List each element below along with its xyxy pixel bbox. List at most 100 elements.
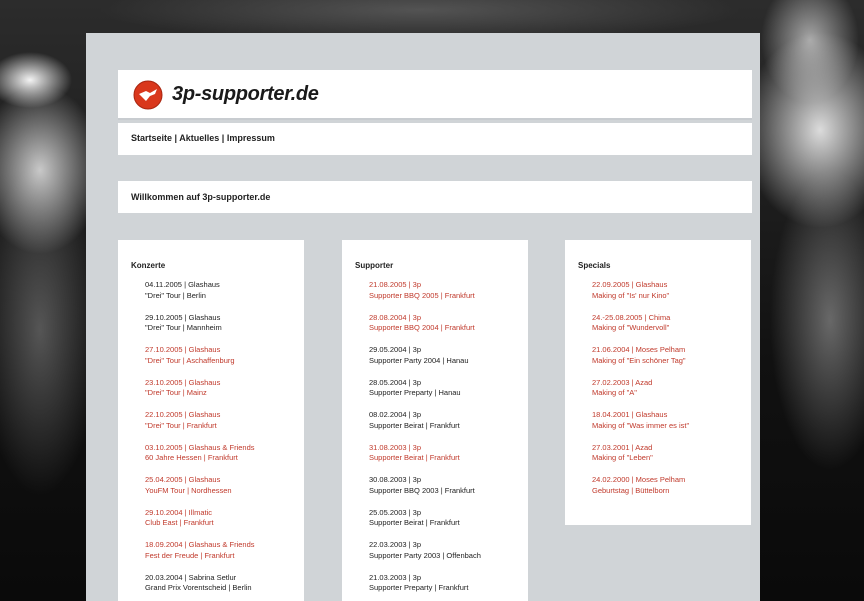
welcome-bar: Willkommen auf 3p-supporter.de (118, 181, 752, 213)
event-title-location: Making of "Is' nur Kino" (592, 290, 670, 300)
event-date-artist: 18.04.2001 | Glashaus (592, 410, 668, 419)
event-date-artist: 22.09.2005 | Glashaus (592, 280, 668, 289)
event-list: 04.11.2005 | Glashaus "Drei" Tour | Berli… (145, 280, 300, 601)
event-link[interactable]: 18.04.2001 | Glashaus Making of "Was imme… (592, 410, 747, 443)
event-date-artist: 27.10.2005 | Glashaus (145, 345, 221, 354)
event-date-artist: 27.03.2001 | Azad (592, 442, 653, 452)
event-title-location: Geburtstag | Büttelborn (592, 485, 670, 495)
event-date-artist: 23.10.2005 | Glashaus (145, 377, 221, 387)
event-date-artist: 22.10.2005 | Glashaus (145, 410, 221, 419)
event-date-artist: 29.05.2004 | 3p (369, 345, 421, 354)
event-date-artist: 29.10.2004 | Illmatic (145, 507, 212, 517)
event-date-artist: 28.08.2004 | 3p (369, 312, 421, 322)
event-link[interactable]: 30.08.2003 | 3p Supporter BBQ 2003 | Fran… (369, 475, 524, 508)
event-link[interactable]: 29.05.2004 | 3p Supporter Party 2004 | Ha… (369, 345, 524, 378)
event-link[interactable]: 29.10.2005 | Glashaus "Drei" Tour | Mannh… (145, 313, 300, 346)
event-link[interactable]: 22.03.2003 | 3p Supporter Party 2003 | Of… (369, 540, 524, 573)
event-date-artist: 25.04.2005 | Glashaus (145, 475, 221, 484)
event-title-location: Grand Prix Vorentscheid | Berlin (145, 583, 252, 592)
event-link[interactable]: 27.02.2003 | Azad Making of "A" (592, 378, 747, 411)
event-link[interactable]: 24.-25.08.2005 | Chima Making of "Wunderv… (592, 313, 747, 346)
event-link[interactable]: 25.05.2003 | 3p Supporter Beirat | Frankf… (369, 508, 524, 541)
event-date-artist: 18.09.2004 | Glashaus & Friends (145, 540, 255, 549)
event-title-location: Supporter Preparty | Frankfurt (369, 583, 469, 592)
column-specials: Specials 22.09.2005 | Glashaus Making of … (565, 240, 751, 525)
welcome-title: Willkommen auf 3p-supporter.de (131, 192, 271, 202)
event-title-location: Supporter Party 2003 | Offenbach (369, 550, 481, 560)
main-nav: Startseite | Aktuelles | Impressum (131, 133, 275, 143)
event-date-artist: 21.06.2004 | Moses Pelham (592, 345, 686, 354)
event-date-artist: 31.08.2003 | 3p (369, 442, 421, 452)
nav-link-impressum[interactable]: Impressum (227, 133, 275, 143)
event-title-location: "Drei" Tour | Aschaffenburg (145, 355, 235, 365)
event-link[interactable]: 18.09.2004 | Glashaus & Friends Fest der … (145, 540, 300, 573)
event-title-location: "Drei" Tour | Berlin (145, 290, 206, 300)
event-date-artist: 08.02.2004 | 3p (369, 410, 421, 419)
event-title-location: Making of "Was immer es ist" (592, 420, 690, 430)
event-title-location: Supporter BBQ 2005 | Frankfurt (369, 290, 475, 300)
event-title-location: 60 Jahre Hessen | Frankfurt (145, 453, 238, 462)
event-title-location: Making of "Ein schöner Tag" (592, 355, 686, 365)
event-title-location: Supporter BBQ 2003 | Frankfurt (369, 485, 475, 495)
event-date-artist: 25.05.2003 | 3p (369, 507, 421, 517)
event-link[interactable]: 22.09.2005 | Glashaus Making of "Is' nur … (592, 280, 747, 313)
event-date-artist: 24.02.2000 | Moses Pelham (592, 475, 686, 484)
event-date-artist: 27.02.2003 | Azad (592, 377, 653, 387)
event-link[interactable]: 20.03.2004 | Sabrina Setlur Grand Prix Vo… (145, 573, 300, 601)
event-link[interactable]: 08.02.2004 | 3p Supporter Beirat | Frankf… (369, 410, 524, 443)
event-title-location: YouFM Tour | Nordhessen (145, 485, 232, 495)
event-date-artist: 21.03.2003 | 3p (369, 572, 421, 582)
event-link[interactable]: 21.03.2003 | 3p Supporter Preparty | Fran… (369, 573, 524, 601)
event-title-location: "Drei" Tour | Frankfurt (145, 420, 217, 430)
event-link[interactable]: 25.04.2005 | Glashaus YouFM Tour | Nordhe… (145, 475, 300, 508)
event-title-location: Making of "Leben" (592, 453, 653, 462)
site-logo-icon[interactable] (133, 80, 163, 110)
event-title-location: Fest der Freude | Frankfurt (145, 550, 235, 560)
event-date-artist: 29.10.2005 | Glashaus (145, 312, 221, 322)
event-link[interactable]: 27.10.2005 | Glashaus "Drei" Tour | Ascha… (145, 345, 300, 378)
nav-separator: | (221, 133, 225, 143)
column-supporter: Supporter 21.08.2005 | 3p Supporter BBQ 2… (342, 240, 528, 601)
event-link[interactable]: 03.10.2005 | Glashaus & Friends 60 Jahre … (145, 443, 300, 476)
event-link[interactable]: 24.02.2000 | Moses Pelham Geburtstag | Bü… (592, 475, 747, 508)
event-date-artist: 24.-25.08.2005 | Chima (592, 312, 671, 322)
event-title-location: Supporter Preparty | Hanau (369, 388, 461, 397)
event-link[interactable]: 21.08.2005 | 3p Supporter BBQ 2005 | Fran… (369, 280, 524, 313)
navigation-bar: Startseite | Aktuelles | Impressum (118, 123, 752, 155)
event-link[interactable]: 28.05.2004 | 3p Supporter Preparty | Hana… (369, 378, 524, 411)
nav-link-aktuelles[interactable]: Aktuelles (179, 133, 219, 143)
event-title-location: "Drei" Tour | Mannheim (145, 323, 222, 332)
event-link[interactable]: 04.11.2005 | Glashaus "Drei" Tour | Berli… (145, 280, 300, 313)
event-link[interactable]: 31.08.2003 | 3p Supporter Beirat | Frankf… (369, 443, 524, 476)
event-date-artist: 04.11.2005 | Glashaus (145, 280, 220, 289)
event-link[interactable]: 21.06.2004 | Moses Pelham Making of "Ein … (592, 345, 747, 378)
event-title-location: Supporter Beirat | Frankfurt (369, 453, 460, 462)
event-list: 22.09.2005 | Glashaus Making of "Is' nur … (592, 280, 747, 508)
column-title: Supporter (355, 261, 394, 270)
event-date-artist: 28.05.2004 | 3p (369, 377, 421, 387)
nav-separator: | (174, 133, 178, 143)
event-link[interactable]: 29.10.2004 | Illmatic Club East | Frankfu… (145, 508, 300, 541)
event-link[interactable]: 27.03.2001 | Azad Making of "Leben" (592, 443, 747, 476)
event-date-artist: 20.03.2004 | Sabrina Setlur (145, 572, 237, 582)
column-title: Konzerte (131, 261, 166, 270)
event-link[interactable]: 23.10.2005 | Glashaus "Drei" Tour | Mainz (145, 378, 300, 411)
header-logo-bar: 3p-supporter.de (118, 70, 752, 120)
event-list: 21.08.2005 | 3p Supporter BBQ 2005 | Fran… (369, 280, 524, 601)
site-logo-text[interactable]: 3p-supporter.de (172, 83, 319, 106)
event-date-artist: 21.08.2005 | 3p (369, 280, 421, 289)
nav-link-startseite[interactable]: Startseite (131, 133, 172, 143)
event-title-location: Making of "A" (592, 388, 637, 397)
column-title: Specials (578, 261, 611, 270)
event-link[interactable]: 22.10.2005 | Glashaus "Drei" Tour | Frank… (145, 410, 300, 443)
event-link[interactable]: 28.08.2004 | 3p Supporter BBQ 2004 | Fran… (369, 313, 524, 346)
event-date-artist: 03.10.2005 | Glashaus & Friends (145, 442, 255, 452)
event-date-artist: 30.08.2003 | 3p (369, 475, 421, 484)
event-title-location: "Drei" Tour | Mainz (145, 388, 207, 397)
event-title-location: Supporter Party 2004 | Hanau (369, 355, 469, 365)
event-title-location: Club East | Frankfurt (145, 518, 214, 527)
event-title-location: Supporter Beirat | Frankfurt (369, 420, 460, 430)
column-konzerte: Konzerte 04.11.2005 | Glashaus "Drei" Tou… (118, 240, 304, 601)
event-title-location: Making of "Wundervoll" (592, 323, 670, 332)
event-title-location: Supporter Beirat | Frankfurt (369, 518, 460, 527)
